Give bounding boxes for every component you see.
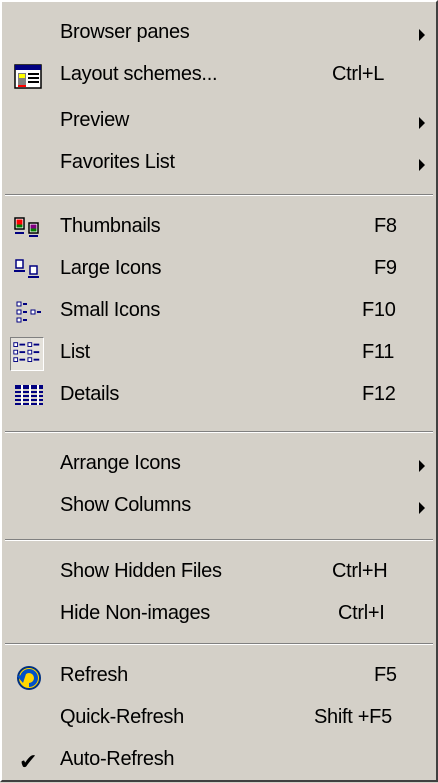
- menu-item-show-hidden-files[interactable]: Show Hidden Files Ctrl+H: [2, 553, 436, 595]
- submenu-arrow-icon: [419, 159, 425, 171]
- menu-item-label: Auto-Refresh: [60, 748, 175, 770]
- menu-item-hide-non-images[interactable]: Hide Non-images Ctrl+I: [2, 595, 436, 637]
- menu-item-preview[interactable]: Preview: [2, 102, 436, 144]
- menu-item-small-icons[interactable]: Small Icons F10: [2, 292, 436, 334]
- menu-item-label: Hide Non-images: [60, 602, 211, 624]
- menu-item-shortcut: Shift +F5: [314, 706, 392, 728]
- menu-item-shortcut: F5: [374, 664, 397, 686]
- details-icon: [15, 385, 43, 405]
- refresh-icon: [17, 666, 41, 690]
- list-icon: [10, 337, 44, 371]
- submenu-arrow-icon: [419, 117, 425, 129]
- menu-item-layout-schemes[interactable]: Layout schemes... Ctrl+L: [2, 56, 436, 98]
- menu-item-thumbnails[interactable]: Thumbnails F8: [2, 208, 436, 250]
- menu-item-shortcut: F8: [374, 215, 397, 237]
- menu-item-label: Small Icons: [60, 299, 161, 321]
- menu-item-label: Thumbnails: [60, 215, 161, 237]
- menu-item-label: Layout schemes...: [60, 63, 218, 85]
- layout-icon: [14, 64, 42, 89]
- menu-item-list[interactable]: List F11: [2, 334, 436, 376]
- menu-item-shortcut: Ctrl+H: [332, 560, 388, 582]
- menu-separator: [5, 194, 433, 196]
- menu-item-label: Preview: [60, 109, 130, 131]
- submenu-arrow-icon: [419, 502, 425, 514]
- menu-item-browser-panes[interactable]: Browser panes: [2, 14, 436, 56]
- menu-item-label: Quick-Refresh: [60, 706, 184, 728]
- menu-item-label: Refresh: [60, 664, 128, 686]
- menu-item-large-icons[interactable]: Large Icons F9: [2, 250, 436, 292]
- small-icons-icon: [16, 301, 41, 323]
- menu-item-label: Show Hidden Files: [60, 560, 222, 582]
- menu-item-label: Large Icons: [60, 257, 162, 279]
- menu-separator: [5, 643, 433, 645]
- menu-item-label: Show Columns: [60, 494, 191, 516]
- menu-item-shortcut: Ctrl+I: [338, 602, 385, 624]
- menu-item-arrange-icons[interactable]: Arrange Icons: [2, 445, 436, 487]
- menu-item-label: List: [60, 341, 90, 363]
- menu-item-label: Details: [60, 383, 120, 405]
- menu-item-shortcut: F9: [374, 257, 397, 279]
- menu-item-shortcut: Ctrl+L: [332, 63, 385, 85]
- submenu-arrow-icon: [419, 460, 425, 472]
- submenu-arrow-icon: [419, 29, 425, 41]
- menu-item-auto-refresh[interactable]: ✔ Auto-Refresh: [2, 741, 436, 783]
- large-icons-icon: [14, 259, 39, 278]
- menu-item-favorites-list[interactable]: Favorites List: [2, 144, 436, 186]
- checkmark-icon: ✔: [19, 749, 38, 774]
- menu-item-shortcut: F10: [362, 299, 396, 321]
- menu-item-label: Browser panes: [60, 21, 190, 43]
- menu-item-refresh[interactable]: Refresh F5: [2, 657, 436, 699]
- menu-item-label: Arrange Icons: [60, 452, 181, 474]
- view-context-menu: Browser panes Layout schemes... Ctrl+L P…: [0, 0, 438, 782]
- menu-separator: [5, 539, 433, 541]
- thumbnails-icon: [14, 217, 39, 237]
- menu-item-label: Favorites List: [60, 151, 175, 173]
- menu-item-show-columns[interactable]: Show Columns: [2, 487, 436, 529]
- menu-item-shortcut: F11: [362, 341, 395, 363]
- menu-item-quick-refresh[interactable]: Quick-Refresh Shift +F5: [2, 699, 436, 741]
- menu-item-details[interactable]: Details F12: [2, 376, 436, 418]
- menu-separator: [5, 431, 433, 433]
- menu-item-shortcut: F12: [362, 383, 396, 405]
